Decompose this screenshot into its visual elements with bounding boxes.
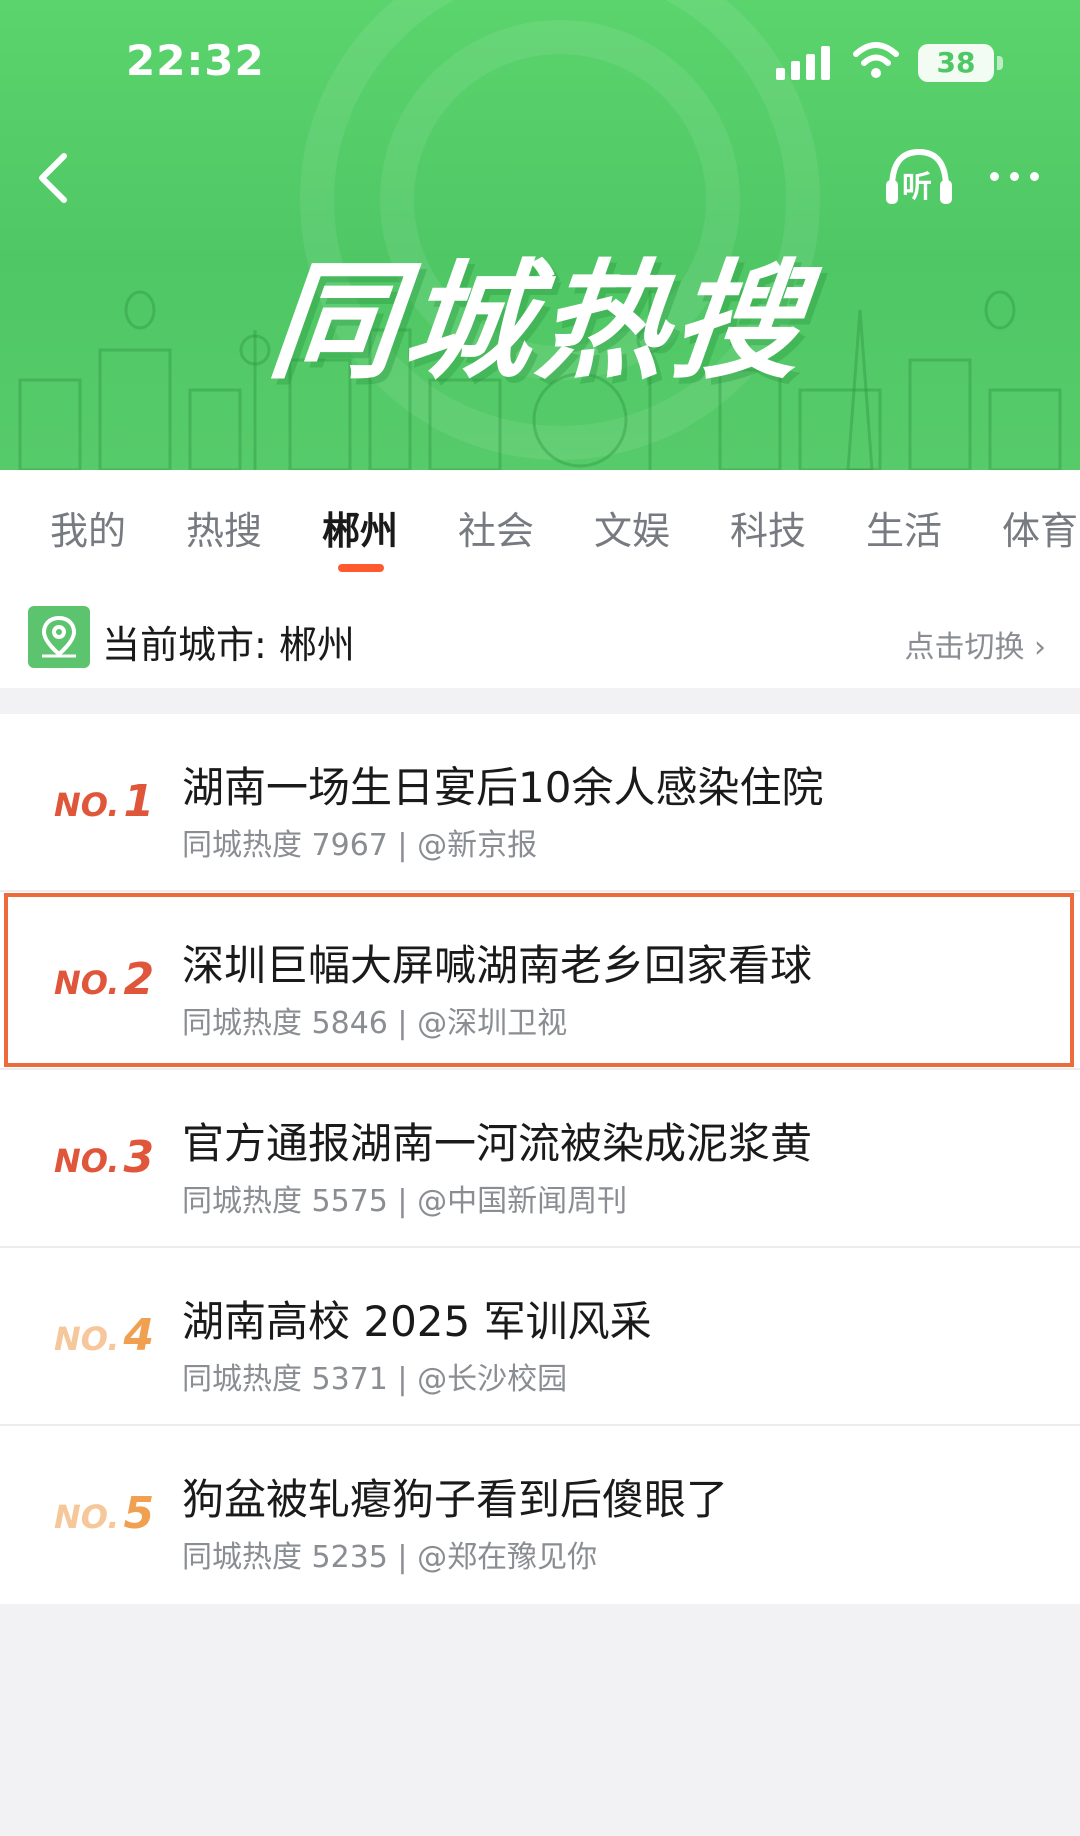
item-title: 狗盆被轧瘪狗子看到后傻眼了 [182,1475,729,1524]
switch-city-button[interactable]: 点击切换 › [904,622,1046,666]
tab-technology[interactable]: 科技 [730,500,806,555]
tab-chenzhou[interactable]: 郴州 [322,500,398,555]
tab-life[interactable]: 生活 [866,500,942,555]
page-title: 同城热搜 [262,248,815,397]
item-title: 湖南一场生日宴后10余人感染住院 [182,763,824,812]
list-item[interactable]: NO.5 狗盆被轧瘪狗子看到后傻眼了 同城热度 5235 | @郑在豫见你 [0,1426,1080,1604]
tab-sports[interactable]: 体育 [1002,500,1078,555]
hot-search-list: NO.1 湖南一场生日宴后10余人感染住院 同城热度 7967 | @新京报 N… [0,714,1080,1604]
signal-bars-icon [776,46,830,80]
rank-badge: NO.4 [54,1310,155,1361]
item-meta: 同城热度 7967 | @新京报 [182,828,538,863]
header-banner: 22:32 38 听 同城热搜 [0,0,1080,470]
item-title: 深圳巨幅大屏喊湖南老乡回家看球 [182,941,813,990]
more-button[interactable] [986,160,1046,190]
rank-badge: NO.5 [54,1488,155,1539]
item-title: 官方通报湖南一河流被染成泥浆黄 [182,1119,813,1168]
list-item[interactable]: NO.3 官方通报湖南一河流被染成泥浆黄 同城热度 5575 | @中国新闻周刊 [0,1070,1080,1248]
list-item[interactable]: NO.4 湖南高校 2025 军训风采 同城热度 5371 | @长沙校园 [0,1248,1080,1426]
status-time: 22:32 [126,36,265,85]
tab-society[interactable]: 社会 [458,500,534,555]
item-meta: 同城热度 5846 | @深圳卫视 [182,1006,568,1041]
item-meta: 同城热度 5575 | @中国新闻周刊 [182,1184,628,1219]
wifi-icon [853,42,899,78]
tab-hot-search[interactable]: 热搜 [186,500,262,555]
back-button[interactable] [26,148,86,208]
rank-badge: NO.1 [54,776,155,827]
battery-level: 38 [936,46,976,79]
listen-button[interactable]: 听 [884,146,954,208]
rank-badge: NO.3 [54,1132,155,1183]
current-city-label: 当前城市: 郴州 [102,623,355,667]
tab-mine[interactable]: 我的 [50,500,126,555]
item-meta: 同城热度 5371 | @长沙校园 [182,1362,568,1397]
list-item[interactable]: NO.1 湖南一场生日宴后10余人感染住院 同城热度 7967 | @新京报 [0,714,1080,892]
item-title: 湖南高校 2025 军训风采 [182,1297,652,1346]
rank-badge: NO.2 [54,954,155,1005]
category-tabs: 我的 热搜 郴州 社会 文娱 科技 生活 体育 [0,470,1080,582]
status-bar: 22:32 38 [0,0,1080,120]
item-meta: 同城热度 5235 | @郑在豫见你 [182,1540,598,1575]
location-pin-icon [28,606,90,668]
tab-entertainment[interactable]: 文娱 [594,500,670,555]
battery-icon: 38 [918,44,1003,82]
active-tab-indicator [338,564,384,572]
listen-label: 听 [902,170,932,205]
list-item[interactable]: NO.2 深圳巨幅大屏喊湖南老乡回家看球 同城热度 5846 | @深圳卫视 [0,892,1080,1070]
current-city-bar: 当前城市: 郴州 点击切换 › [0,582,1080,688]
